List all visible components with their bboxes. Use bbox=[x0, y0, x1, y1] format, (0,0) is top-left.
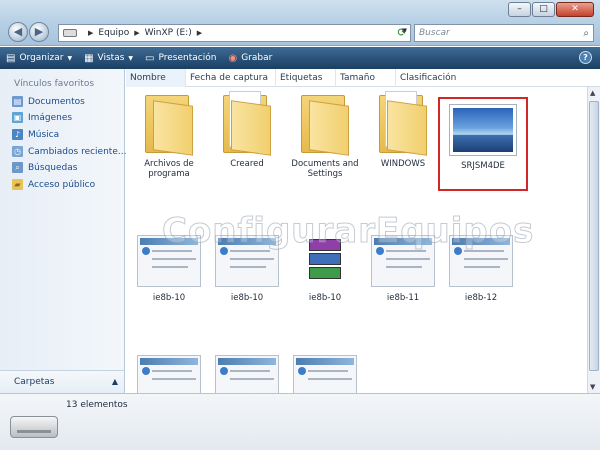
sidebar-item-documentos[interactable]: ▤ Documentos bbox=[12, 96, 85, 107]
file-item[interactable]: Documents and Settings bbox=[286, 91, 364, 179]
chevron-up-icon: ▲ bbox=[111, 377, 118, 386]
recent-icon: ◷ bbox=[12, 146, 23, 157]
help-icon[interactable]: ? bbox=[579, 51, 592, 64]
scrollbar-thumb[interactable] bbox=[589, 101, 599, 371]
file-item[interactable]: WINDOWS bbox=[364, 91, 442, 169]
chevron-right-icon: ▶ bbox=[196, 29, 203, 37]
window-titlebar: – □ ✕ ◀ ▶ ▶ Equipo ▶ WinXP (E:) ▶ ▼ ⟳ Bu… bbox=[0, 0, 600, 46]
views-icon: ▦ bbox=[84, 52, 94, 64]
sidebar-item-imagenes[interactable]: ▣ Imágenes bbox=[12, 112, 72, 123]
chevron-down-icon: ▼ bbox=[128, 54, 134, 62]
file-name: ie8b-11 bbox=[386, 293, 420, 303]
search-icon[interactable]: ⌕ bbox=[583, 26, 589, 42]
column-header-clasificacion[interactable]: Clasificación bbox=[396, 69, 476, 87]
sidebar-item-label: Imágenes bbox=[28, 112, 73, 123]
item-count: 13 elementos bbox=[66, 400, 128, 410]
minimize-button[interactable]: – bbox=[508, 2, 531, 17]
file-name: Creared bbox=[230, 159, 264, 169]
file-item[interactable]: Creared bbox=[208, 91, 286, 169]
music-icon: ♪ bbox=[12, 129, 23, 140]
folder-icon bbox=[299, 91, 351, 156]
file-item[interactable] bbox=[286, 355, 364, 393]
breadcrumb-drive[interactable]: WinXP (E:) bbox=[145, 28, 192, 38]
file-name: ie8b-10 bbox=[308, 293, 342, 303]
file-item[interactable] bbox=[208, 355, 286, 393]
organize-icon: ▤ bbox=[6, 52, 16, 64]
command-toolbar: ▤ Organizar ▼ ▦ Vistas ▼ ▭ Presentación … bbox=[0, 47, 600, 69]
sidebar-item-label: Cambiados reciente... bbox=[28, 146, 127, 157]
forward-button[interactable]: ▶ bbox=[29, 22, 49, 42]
folder-icon bbox=[377, 91, 429, 156]
documents-icon: ▤ bbox=[12, 96, 23, 107]
watermark-text: ConfigurarEquipos bbox=[161, 211, 535, 252]
file-name: Archivos de programa bbox=[144, 159, 194, 179]
column-header-nombre[interactable]: Nombre bbox=[126, 69, 186, 87]
sidebar-item-musica[interactable]: ♪ Música bbox=[12, 129, 59, 140]
maximize-button[interactable]: □ bbox=[532, 2, 555, 17]
slideshow-button[interactable]: ▭ Presentación bbox=[139, 47, 222, 69]
window-controls: – □ ✕ bbox=[507, 2, 594, 17]
breadcrumb-equipo[interactable]: Equipo bbox=[98, 28, 129, 38]
views-label: Vistas bbox=[97, 53, 125, 63]
searches-icon: ⌕ bbox=[12, 162, 23, 173]
sidebar-item-label: Búsquedas bbox=[28, 162, 78, 173]
file-list: Archivos de programa Creared Documents a… bbox=[126, 87, 587, 393]
vertical-scrollbar[interactable]: ▲ ▼ bbox=[587, 87, 600, 393]
file-item[interactable] bbox=[130, 355, 208, 393]
burn-icon: ◉ bbox=[228, 52, 238, 64]
organize-label: Organizar bbox=[19, 53, 64, 63]
folder-icon bbox=[221, 91, 273, 156]
column-header-etiquetas[interactable]: Etiquetas bbox=[276, 69, 336, 87]
public-icon: ▰ bbox=[12, 179, 23, 190]
scroll-up-icon[interactable]: ▲ bbox=[590, 89, 595, 97]
selection-highlight bbox=[438, 97, 528, 191]
drive-icon bbox=[63, 29, 77, 37]
search-placeholder: Buscar bbox=[419, 28, 450, 38]
screenshot-thumbnail bbox=[137, 355, 201, 393]
screenshot-thumbnail bbox=[215, 355, 279, 393]
details-pane: 13 elementos bbox=[0, 393, 600, 450]
sidebar-item-label: Música bbox=[28, 129, 60, 140]
drive-icon bbox=[10, 416, 58, 438]
chevron-right-icon: ▶ bbox=[134, 29, 140, 37]
burn-label: Grabar bbox=[241, 53, 273, 63]
file-item[interactable]: Archivos de programa bbox=[130, 91, 208, 179]
sidebar-item-label: Documentos bbox=[28, 96, 85, 107]
chevron-right-icon: ▶ bbox=[88, 29, 94, 37]
search-input[interactable]: Buscar ⌕ bbox=[414, 24, 594, 42]
column-header-fecha[interactable]: Fecha de captura bbox=[186, 69, 276, 87]
favorites-title: Vínculos favoritos bbox=[14, 79, 95, 89]
sidebar-item-busquedas[interactable]: ⌕ Búsquedas bbox=[12, 162, 77, 173]
sidebar-item-publico[interactable]: ▰ Acceso público bbox=[12, 179, 95, 190]
close-button[interactable]: ✕ bbox=[556, 2, 594, 17]
file-name: WINDOWS bbox=[380, 159, 426, 169]
file-name: ie8b-12 bbox=[464, 293, 498, 303]
address-bar[interactable]: ▶ Equipo ▶ WinXP (E:) ▶ ▼ bbox=[58, 24, 411, 42]
folders-label: Carpetas bbox=[14, 377, 55, 387]
screenshot-thumbnail bbox=[293, 355, 357, 393]
burn-button[interactable]: ◉ Grabar bbox=[222, 47, 278, 69]
sidebar-item-label: Acceso público bbox=[28, 179, 96, 190]
slideshow-label: Presentación bbox=[158, 53, 217, 63]
file-name: ie8b-10 bbox=[230, 293, 264, 303]
slideshow-icon: ▭ bbox=[145, 52, 155, 64]
navigation-pane: Vínculos favoritos ▤ Documentos ▣ Imágen… bbox=[0, 69, 126, 393]
organize-button[interactable]: ▤ Organizar ▼ bbox=[0, 47, 78, 69]
file-name: ie8b-10 bbox=[152, 293, 186, 303]
file-name: Documents and Settings bbox=[291, 159, 359, 179]
views-button[interactable]: ▦ Vistas ▼ bbox=[78, 47, 139, 69]
folders-pane-toggle[interactable]: Carpetas ▲ bbox=[0, 370, 124, 393]
refresh-button[interactable]: ⟳ bbox=[393, 25, 411, 41]
column-headers: Nombre Fecha de captura Etiquetas Tamaño… bbox=[126, 69, 600, 87]
folder-icon bbox=[143, 91, 195, 156]
pictures-icon: ▣ bbox=[12, 112, 23, 123]
sidebar-item-recientes[interactable]: ◷ Cambiados reciente... bbox=[12, 146, 126, 157]
chevron-down-icon: ▼ bbox=[67, 54, 73, 62]
back-button[interactable]: ◀ bbox=[8, 22, 28, 42]
column-header-tamano[interactable]: Tamaño bbox=[336, 69, 396, 87]
scroll-down-icon[interactable]: ▼ bbox=[590, 383, 595, 391]
